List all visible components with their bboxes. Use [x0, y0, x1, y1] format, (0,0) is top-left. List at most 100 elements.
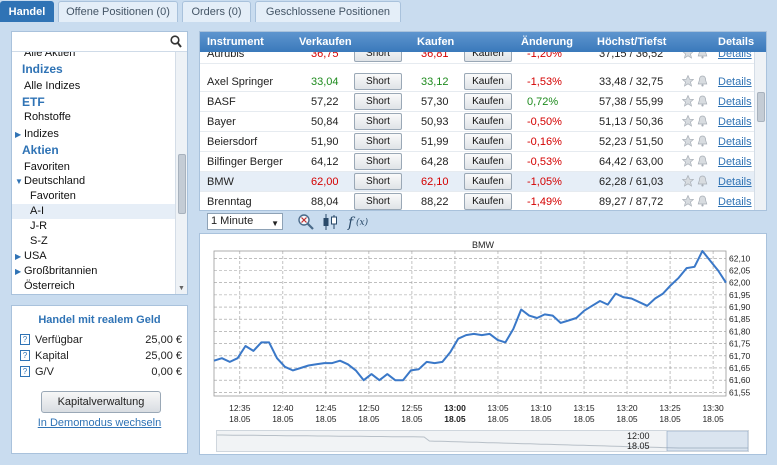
details-link[interactable]: Details [718, 116, 752, 128]
search-input[interactable] [14, 34, 164, 49]
favorite-star-icon[interactable] [681, 94, 695, 107]
expanded-triangle-icon[interactable]: ▼ [15, 174, 23, 189]
alert-bell-icon[interactable] [697, 95, 708, 107]
tab-offene-positionen[interactable]: Offene Positionen (0) [58, 1, 178, 22]
navigator-window[interactable] [666, 431, 748, 451]
table-row[interactable]: Bilfinger Berger 64,12 Short 64,28 Kaufen -0,… [200, 152, 754, 172]
alert-bell-icon[interactable] [697, 155, 708, 167]
table-scrollbar[interactable] [754, 52, 766, 210]
details-link[interactable]: Details [718, 76, 752, 88]
table-scrollbar-thumb[interactable] [757, 92, 765, 122]
instrument-name[interactable]: Brenntag [207, 196, 252, 208]
tree-item[interactable]: ▼ Deutschland [12, 174, 175, 189]
tree-item[interactable]: A-I [12, 204, 175, 219]
table-row[interactable]: Bayer 50,84 Short 50,93 Kaufen -0,50% 51,13 / … [200, 112, 754, 132]
collapsed-triangle-icon[interactable]: ▶ [15, 127, 21, 142]
details-link[interactable]: Details [718, 156, 752, 168]
favorite-star-icon[interactable] [681, 154, 695, 167]
table-row[interactable]: BMW 62,00 Short 62,10 Kaufen -1,05% 62,28 / 61… [200, 172, 754, 192]
short-button[interactable]: Short [354, 193, 402, 210]
alert-bell-icon[interactable] [697, 115, 708, 127]
alert-bell-icon[interactable] [697, 195, 708, 207]
tree-scrollbar[interactable]: ▼ [175, 52, 187, 294]
scroll-down-arrow-icon[interactable]: ▼ [178, 285, 185, 292]
favorite-star-icon[interactable] [681, 174, 695, 187]
interval-select[interactable]: 1 Minute ▼ [207, 213, 283, 230]
table-row[interactable]: Beiersdorf 51,90 Short 51,99 Kaufen -0,16% 52,… [200, 132, 754, 152]
tree-item[interactable]: J-R [12, 219, 175, 234]
chart-navigator[interactable]: 12:00 18.05 [216, 430, 749, 452]
short-button[interactable]: Short [354, 173, 402, 190]
table-row[interactable]: BASF 57,22 Short 57,30 Kaufen 0,72% 57,38 / 55… [200, 92, 754, 112]
favorite-star-icon[interactable] [681, 134, 695, 147]
column-header-instrument[interactable]: Instrument [207, 36, 264, 48]
alert-bell-icon[interactable] [697, 175, 708, 187]
kaufen-button[interactable]: Kaufen [464, 153, 512, 170]
table-row[interactable]: Brenntag 88,04 Short 88,22 Kaufen -1,49% 89,27… [200, 192, 754, 210]
instrument-name[interactable]: Axel Springer [207, 76, 273, 88]
tree-item[interactable]: Österreich [12, 279, 175, 294]
tree-item[interactable]: Favoriten [12, 189, 175, 204]
tree-item[interactable]: Alle Indizes [12, 79, 175, 94]
table-row[interactable]: Axel Springer 33,04 Short 33,12 Kaufen -1,53%… [200, 72, 754, 92]
help-icon[interactable]: ? [20, 350, 30, 361]
tree-heading[interactable]: Aktien [12, 143, 175, 158]
tree-item[interactable]: ▶ USA [12, 249, 175, 264]
kaufen-button[interactable]: Kaufen [464, 133, 512, 150]
column-header-aenderung[interactable]: Änderung [521, 36, 573, 48]
tree-item[interactable]: ▶ Indizes [12, 127, 175, 142]
favorite-star-icon[interactable] [681, 194, 695, 207]
candlestick-icon[interactable] [321, 213, 339, 231]
kaufen-button[interactable]: Kaufen [464, 73, 512, 90]
tab-handel[interactable]: Handel [0, 1, 54, 22]
column-header-kaufen[interactable]: Kaufen [417, 36, 454, 48]
instrument-name[interactable]: Bayer [207, 116, 236, 128]
tree-heading[interactable]: ETF [12, 95, 175, 110]
collapsed-triangle-icon[interactable]: ▶ [15, 264, 21, 279]
instrument-name[interactable]: Beiersdorf [207, 136, 257, 148]
tree-heading[interactable]: Indizes [12, 62, 175, 77]
kaufen-button[interactable]: Kaufen [464, 93, 512, 110]
short-button[interactable]: Short [354, 133, 402, 150]
tree-item[interactable]: ▶ Großbritannien [12, 264, 175, 279]
y-tick-label: 62,05 [729, 265, 751, 275]
details-link[interactable]: Details [718, 196, 752, 208]
tab-orders[interactable]: Orders (0) [182, 1, 251, 22]
instrument-name[interactable]: BMW [207, 176, 234, 188]
search-icon[interactable] [170, 35, 182, 48]
instrument-name[interactable]: BASF [207, 96, 236, 108]
help-icon[interactable]: ? [20, 334, 30, 345]
details-link[interactable]: Details [718, 176, 752, 188]
short-button[interactable]: Short [354, 153, 402, 170]
kaufen-button[interactable]: Kaufen [464, 173, 512, 190]
tab-geschlossene-positionen[interactable]: Geschlossene Positionen [255, 1, 401, 22]
x-tick-date-label: 18.05 [401, 414, 423, 424]
details-link[interactable]: Details [718, 96, 752, 108]
tree-item[interactable]: Rohstoffe [12, 110, 175, 125]
demo-mode-link[interactable]: In Demomodus wechseln [12, 417, 187, 429]
details-link[interactable]: Details [718, 136, 752, 148]
kapitalverwaltung-button[interactable]: Kapitalverwaltung [41, 391, 161, 413]
price-chart[interactable]: 62,10 62,05 62,00 61,95 61,90 61,85 61,80 61,75… [200, 234, 766, 430]
collapsed-triangle-icon[interactable]: ▶ [15, 249, 21, 264]
kaufen-button[interactable]: Kaufen [464, 193, 512, 210]
help-icon[interactable]: ? [20, 366, 30, 377]
tree-item-label: Favoriten [30, 190, 76, 202]
tree-item[interactable]: Alle Aktien [12, 52, 175, 61]
column-header-hoechst-tiefst[interactable]: Höchst/Tiefst [597, 36, 666, 48]
alert-bell-icon[interactable] [697, 135, 708, 147]
instrument-name[interactable]: Bilfinger Berger [207, 156, 283, 168]
tree-item[interactable]: S-Z [12, 234, 175, 249]
favorite-star-icon[interactable] [681, 114, 695, 127]
short-button[interactable]: Short [354, 93, 402, 110]
column-header-verkaufen[interactable]: Verkaufen [299, 36, 352, 48]
tree-item[interactable]: Favoriten [12, 160, 175, 175]
indicator-function-icon[interactable]: f (x) [347, 213, 371, 231]
alert-bell-icon[interactable] [697, 75, 708, 87]
tree-scrollbar-thumb[interactable] [178, 154, 186, 214]
zoom-reset-icon[interactable] [297, 213, 315, 231]
kaufen-button[interactable]: Kaufen [464, 113, 512, 130]
short-button[interactable]: Short [354, 113, 402, 130]
favorite-star-icon[interactable] [681, 74, 695, 87]
short-button[interactable]: Short [354, 73, 402, 90]
